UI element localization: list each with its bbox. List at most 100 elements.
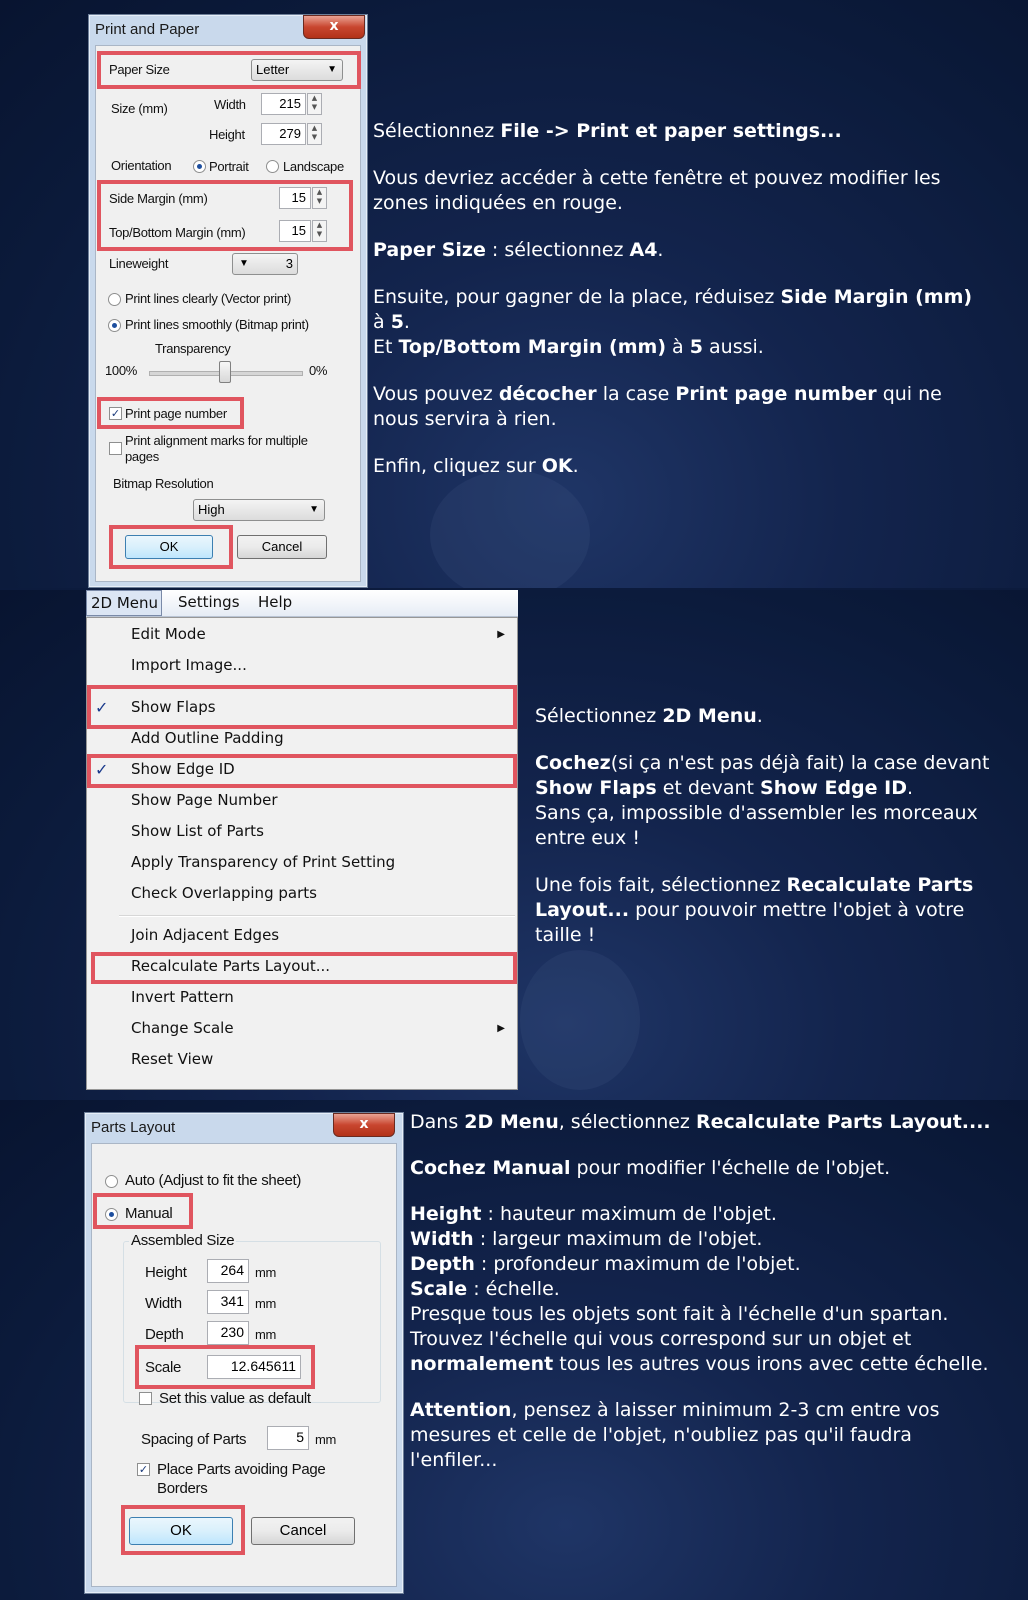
instruction-line: Paper Size : sélectionnez A4. bbox=[373, 238, 983, 263]
menu-item-show-flaps[interactable]: Show Flaps bbox=[131, 698, 216, 716]
transparency-max-label: 0% bbox=[309, 363, 328, 378]
menu-item-reset-view[interactable]: Reset View bbox=[131, 1050, 213, 1068]
text-bold: Top/Bottom Margin (mm) bbox=[398, 336, 667, 358]
text: : largeur maximum de l'objet. bbox=[473, 1228, 763, 1250]
text-bold: Depth bbox=[410, 1253, 475, 1275]
set-default-checkbox[interactable] bbox=[139, 1392, 152, 1405]
width-field[interactable]: 215 bbox=[261, 93, 306, 115]
menu-separator bbox=[119, 687, 515, 689]
landscape-label: Landscape bbox=[283, 159, 344, 174]
width-label: Width bbox=[145, 1295, 182, 1312]
text: aussi. bbox=[702, 336, 764, 358]
vector-print-radio[interactable] bbox=[108, 293, 121, 306]
side-margin-label: Side Margin (mm) bbox=[109, 191, 208, 206]
text-bold: Side Margin (mm) bbox=[780, 286, 973, 308]
alignment-marks-label-2: pages bbox=[125, 449, 159, 464]
text: . bbox=[403, 311, 410, 333]
text-bold: Paper Size bbox=[373, 239, 486, 261]
instruction-line: Une fois fait, sélectionnez Recalculate … bbox=[535, 873, 1003, 948]
instructions-2: Sélectionnez 2D Menu. Cochez(si ça n'est… bbox=[535, 704, 1003, 970]
paper-size-value: Letter bbox=[256, 62, 290, 77]
width-field[interactable]: 341 bbox=[207, 1290, 249, 1314]
text: Sans ça, impossible d'assembler les morc… bbox=[535, 802, 978, 849]
scale-field[interactable]: 12.645611 bbox=[207, 1355, 301, 1379]
menu-item-change-scale[interactable]: Change Scale bbox=[131, 1019, 234, 1037]
auto-label: Auto (Adjust to fit the sheet) bbox=[125, 1172, 302, 1189]
ok-button[interactable]: OK bbox=[125, 535, 213, 559]
avoid-borders-checkbox[interactable]: ✓ bbox=[137, 1463, 150, 1476]
text-bold: Cochez bbox=[535, 752, 611, 774]
width-spinner[interactable]: ▲ ▼ bbox=[307, 93, 322, 115]
text-bold: Width bbox=[410, 1228, 474, 1250]
instruction-line: Ensuite, pour gagner de la place, réduis… bbox=[373, 285, 983, 360]
tb-margin-spinner[interactable]: ▲ ▼ bbox=[312, 220, 327, 242]
text: à bbox=[666, 336, 690, 358]
checkmark-icon: ✓ bbox=[95, 698, 109, 717]
height-unit: mm bbox=[255, 1265, 277, 1280]
paper-size-select[interactable]: Letter ▼ bbox=[251, 59, 343, 81]
menu-settings[interactable]: Settings bbox=[178, 593, 240, 611]
menu-item-add-outline-padding[interactable]: Add Outline Padding bbox=[131, 729, 284, 747]
instruction-line: Height : hauteur maximum de l'objet. Widt… bbox=[410, 1202, 1000, 1377]
menu-item-invert-pattern[interactable]: Invert Pattern bbox=[131, 988, 234, 1006]
text: (si ça n'est pas déjà fait) la case deva… bbox=[610, 752, 990, 774]
menu-2d[interactable]: 2D Menu bbox=[86, 590, 162, 616]
manual-label: Manual bbox=[125, 1205, 173, 1222]
text: Presque tous les objets sont fait à l'éc… bbox=[410, 1303, 949, 1350]
avoid-borders-label-2: Borders bbox=[157, 1480, 208, 1497]
side-margin-field[interactable]: 15 bbox=[279, 187, 311, 209]
menu-item-import-image[interactable]: Import Image... bbox=[131, 656, 247, 674]
text-bold: File -> Print et paper settings... bbox=[500, 120, 842, 142]
menu-item-recalculate-parts-layout[interactable]: Recalculate Parts Layout... bbox=[131, 957, 330, 975]
text: à bbox=[373, 311, 391, 333]
text: : échelle. bbox=[467, 1278, 560, 1300]
scale-label: Scale bbox=[145, 1359, 182, 1376]
menu-item-show-list-of-parts[interactable]: Show List of Parts bbox=[131, 822, 264, 840]
text-bold: décocher bbox=[498, 383, 597, 405]
height-field[interactable]: 264 bbox=[207, 1259, 249, 1283]
text-bold: Show Edge ID bbox=[760, 777, 907, 799]
side-margin-spinner[interactable]: ▲ ▼ bbox=[312, 187, 327, 209]
text: Vous devriez accéder à cette fenêtre et … bbox=[373, 167, 941, 214]
menu-item-join-adjacent-edges[interactable]: Join Adjacent Edges bbox=[131, 926, 279, 944]
close-button[interactable]: x bbox=[333, 1113, 395, 1137]
cancel-button[interactable]: Cancel bbox=[237, 535, 327, 559]
spacing-field[interactable]: 5 bbox=[267, 1426, 309, 1450]
print-page-number-checkbox[interactable]: ✓ bbox=[109, 407, 122, 420]
text-bold: 2D Menu bbox=[662, 705, 757, 727]
text-bold: 5 bbox=[689, 336, 703, 358]
text: Sélectionnez bbox=[535, 705, 663, 727]
menu-help[interactable]: Help bbox=[258, 593, 292, 611]
paper-size-label: Paper Size bbox=[109, 62, 170, 77]
alignment-marks-checkbox[interactable] bbox=[109, 442, 122, 455]
auto-radio[interactable] bbox=[105, 1175, 118, 1188]
lineweight-select[interactable]: ▼ 3 bbox=[232, 253, 298, 275]
text: : sélectionnez bbox=[485, 239, 630, 261]
tb-margin-field[interactable]: 15 bbox=[279, 220, 311, 242]
menu-item-check-overlapping[interactable]: Check Overlapping parts bbox=[131, 884, 317, 902]
print-and-paper-dialog: Print and Paper x Paper Size Letter ▼ Siz… bbox=[88, 14, 368, 588]
depth-label: Depth bbox=[145, 1326, 184, 1343]
bitmap-print-radio[interactable] bbox=[108, 319, 121, 332]
ok-button[interactable]: OK bbox=[129, 1517, 233, 1545]
assembled-size-label: Assembled Size bbox=[129, 1232, 237, 1249]
menu-item-show-edge-id[interactable]: Show Edge ID bbox=[131, 760, 235, 778]
manual-radio[interactable] bbox=[105, 1208, 118, 1221]
portrait-radio[interactable] bbox=[193, 160, 206, 173]
transparency-slider-thumb[interactable] bbox=[219, 361, 231, 383]
bitmap-resolution-select[interactable]: High ▼ bbox=[193, 499, 325, 521]
height-field[interactable]: 279 bbox=[261, 123, 306, 145]
close-button[interactable]: x bbox=[303, 15, 365, 39]
tb-margin-label: Top/Bottom Margin (mm) bbox=[109, 225, 246, 240]
instruction-line: Cochez Manual pour modifier l'échelle de… bbox=[410, 1156, 1000, 1181]
menu-item-edit-mode[interactable]: Edit Mode bbox=[131, 625, 206, 643]
menu-item-show-page-number[interactable]: Show Page Number bbox=[131, 791, 278, 809]
menu-item-apply-transparency[interactable]: Apply Transparency of Print Setting bbox=[131, 853, 395, 871]
landscape-radio[interactable] bbox=[266, 160, 279, 173]
cancel-button[interactable]: Cancel bbox=[251, 1517, 355, 1545]
text-bold: Height bbox=[410, 1203, 482, 1225]
depth-field[interactable]: 230 bbox=[207, 1321, 249, 1345]
chevron-down-icon: ▼ bbox=[309, 504, 319, 515]
height-spinner[interactable]: ▲ ▼ bbox=[307, 123, 322, 145]
tutorial-panel-print-and-paper: Print and Paper x Paper Size Letter ▼ Siz… bbox=[0, 0, 1028, 588]
